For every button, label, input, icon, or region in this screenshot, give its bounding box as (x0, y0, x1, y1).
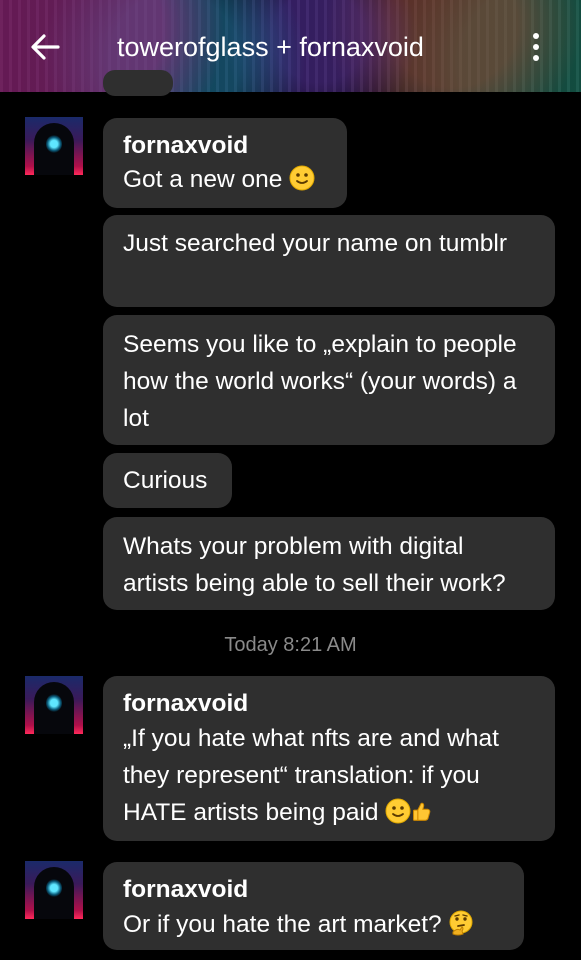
timestamp: Today 8:21 AM (224, 634, 357, 656)
sender-name: fornaxvoid (123, 690, 249, 717)
message-text: Seems you like to „explain to people how… (123, 331, 517, 432)
sender-name: fornaxvoid (123, 132, 249, 159)
message-text: Just searched your name on tumblr (123, 230, 508, 257)
message-bubble[interactable]: Curious (103, 453, 232, 508)
message-bubble[interactable]: fornaxvoid Got a new one (103, 118, 347, 208)
slightly-smiling-face-icon (385, 798, 411, 824)
thumbs-up-icon (413, 802, 431, 821)
sender-name: fornaxvoid (123, 876, 249, 903)
avatar[interactable] (25, 676, 83, 734)
message-text: Curious (123, 467, 208, 494)
message-bubble[interactable]: fornaxvoid Or if you hate the art market… (103, 862, 524, 950)
message-text: Got a new one (123, 166, 283, 193)
message-bubble[interactable]: Seems you like to „explain to people how… (103, 315, 555, 445)
more-options-button[interactable] (524, 30, 548, 64)
message-text: Or if you hate the art market? (123, 911, 442, 938)
chat-title: towerofglass + fornaxvoid (117, 32, 424, 62)
message-bubble[interactable]: fornaxvoid „If you hate what nfts are an… (103, 676, 555, 841)
avatar[interactable] (25, 861, 83, 919)
avatar[interactable] (25, 117, 83, 175)
message-text: Whats your problem with digital artists … (123, 533, 506, 597)
thinking-face-icon (449, 910, 473, 936)
message-bubble[interactable]: Whats your problem with digital artists … (103, 517, 555, 610)
message-bubble[interactable]: Just searched your name on tumblr (103, 215, 555, 307)
message-text: „If you hate what nfts are and what they… (123, 725, 499, 826)
previous-message-bubble (103, 70, 173, 96)
more-vertical-icon (533, 33, 539, 39)
slightly-smiling-face-icon (289, 165, 315, 191)
back-button[interactable] (28, 30, 64, 64)
arrow-left-icon (31, 34, 60, 60)
